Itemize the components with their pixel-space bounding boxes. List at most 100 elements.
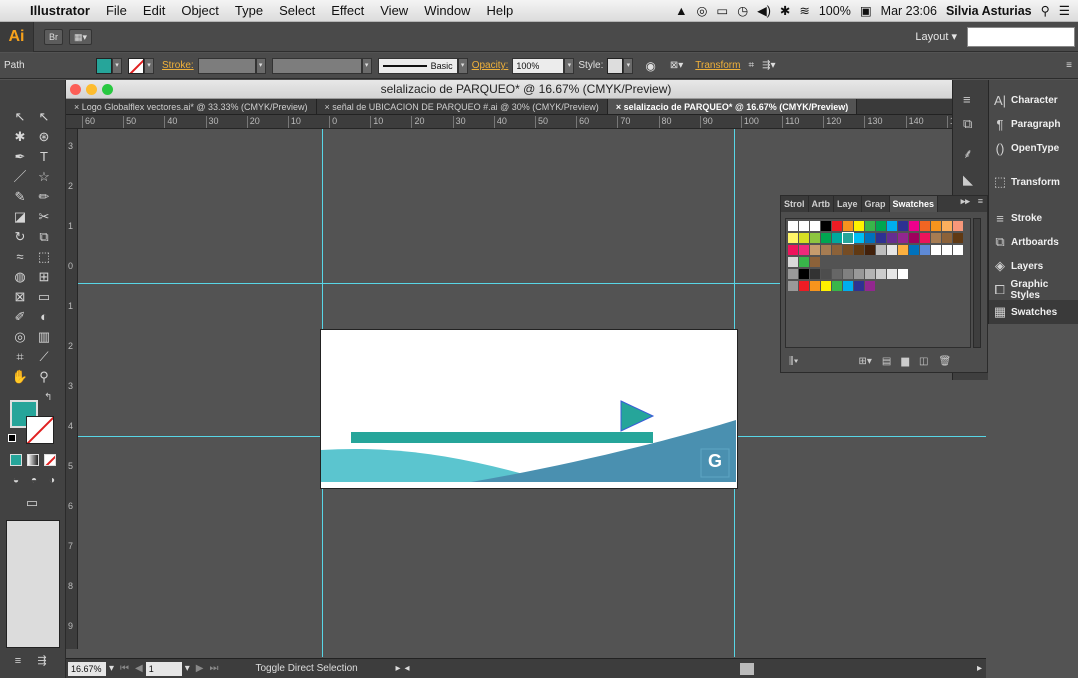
artboard-tool-icon[interactable]: ⌗ bbox=[10, 348, 30, 366]
color-swatch[interactable] bbox=[953, 221, 963, 231]
none-mode-button[interactable] bbox=[44, 454, 56, 466]
dock-item-stroke[interactable]: ≡ Stroke bbox=[989, 206, 1078, 230]
line-tool-icon[interactable]: ／ bbox=[10, 168, 30, 186]
airplay-icon[interactable]: ▭ bbox=[716, 3, 728, 18]
eraser-tool-icon[interactable]: ◪ bbox=[10, 208, 30, 226]
scissors-tool-icon[interactable]: ✂ bbox=[34, 208, 54, 226]
slice-tool-icon[interactable]: ⟋ bbox=[34, 348, 54, 366]
color-swatch[interactable] bbox=[898, 233, 908, 243]
panel-menu-icon[interactable]: ≡ bbox=[974, 196, 987, 212]
color-swatch[interactable] bbox=[810, 221, 820, 231]
default-fill-stroke-icon[interactable] bbox=[8, 434, 16, 442]
minimize-window-icon[interactable] bbox=[86, 84, 97, 95]
menu-view[interactable]: View bbox=[372, 3, 416, 18]
color-swatch[interactable] bbox=[821, 245, 831, 255]
color-swatch[interactable] bbox=[898, 245, 908, 255]
column-graph-tool-icon[interactable]: ▥ bbox=[34, 328, 54, 346]
stroke-weight-dropdown[interactable]: ▾ bbox=[255, 57, 266, 74]
color-swatch[interactable] bbox=[876, 245, 886, 255]
paintbrush-tool-icon[interactable]: ✎ bbox=[10, 188, 30, 206]
color-swatch[interactable] bbox=[799, 245, 809, 255]
swatch-libraries-icon[interactable]: ⫼▾ bbox=[789, 356, 798, 367]
new-color-group-icon[interactable]: ▆ bbox=[901, 356, 909, 367]
previous-artboard-icon[interactable]: ◀ bbox=[132, 663, 146, 674]
variable-width-dropdown[interactable]: ▾ bbox=[361, 57, 372, 74]
zoom-dropdown-icon[interactable]: ▾ bbox=[106, 663, 117, 674]
lasso-tool-icon[interactable]: ⊛ bbox=[34, 128, 54, 146]
color-swatch[interactable] bbox=[865, 269, 875, 279]
color-swatch[interactable] bbox=[898, 269, 908, 279]
isolate-icon[interactable]: ⌗ bbox=[748, 60, 754, 71]
swatches-scrollbar[interactable] bbox=[973, 218, 981, 348]
warp-tool-icon[interactable]: ≈ bbox=[10, 248, 30, 266]
artboard-number-field[interactable]: 1 bbox=[145, 661, 182, 676]
battery-percent[interactable]: 100% bbox=[819, 4, 851, 18]
pathfinder-panel-icon[interactable]: ⧉ bbox=[963, 116, 972, 132]
menu-edit[interactable]: Edit bbox=[135, 3, 173, 18]
color-swatch[interactable] bbox=[942, 245, 952, 255]
color-swatch[interactable] bbox=[876, 233, 886, 243]
show-swatch-kinds-icon[interactable]: ⊞▾ bbox=[858, 356, 871, 367]
status-tool-text[interactable]: Toggle Direct Selection bbox=[255, 663, 375, 674]
menu-help[interactable]: Help bbox=[478, 3, 521, 18]
tab-swatches[interactable]: Swatches bbox=[889, 196, 939, 212]
eyedropper-tool-icon[interactable]: ✐ bbox=[10, 308, 30, 326]
color-swatch[interactable] bbox=[821, 221, 831, 231]
color-swatch[interactable] bbox=[788, 245, 798, 255]
color-swatch[interactable] bbox=[843, 269, 853, 279]
tab-selalizacio-parqueo[interactable]: × selalizacio de PARQUEO* @ 16.67% (CMYK… bbox=[607, 99, 858, 114]
color-swatch[interactable] bbox=[865, 233, 875, 243]
perspective-grid-tool-icon[interactable]: ⊞ bbox=[34, 268, 54, 286]
color-swatch[interactable] bbox=[887, 233, 897, 243]
color-swatch[interactable] bbox=[920, 245, 930, 255]
color-swatch[interactable] bbox=[832, 221, 842, 231]
battery-icon[interactable]: ▣ bbox=[860, 3, 872, 18]
color-swatch[interactable] bbox=[788, 269, 798, 279]
close-window-icon[interactable] bbox=[70, 84, 81, 95]
color-swatch[interactable] bbox=[942, 221, 952, 231]
color-mode-button[interactable] bbox=[10, 454, 22, 466]
color-swatch[interactable] bbox=[920, 221, 930, 231]
color-swatch[interactable] bbox=[953, 245, 963, 255]
color-swatch[interactable] bbox=[810, 281, 820, 291]
color-swatch[interactable] bbox=[843, 281, 853, 291]
color-swatch[interactable] bbox=[832, 281, 842, 291]
color-swatch[interactable] bbox=[920, 233, 930, 243]
hand-tool-icon[interactable]: ✋ bbox=[10, 368, 30, 386]
gradient-mode-button[interactable] bbox=[27, 454, 39, 466]
draw-inside-icon[interactable]: ◑ bbox=[42, 472, 62, 490]
toolbox-scroll-strip[interactable] bbox=[6, 520, 60, 648]
volume-icon[interactable]: ◀) bbox=[757, 3, 771, 18]
clock[interactable]: Mar 23:06 bbox=[881, 4, 937, 18]
arrange-documents-button[interactable]: ▦▾ bbox=[69, 28, 93, 45]
selection-tool-icon[interactable]: ↖ bbox=[10, 108, 30, 126]
vertical-ruler[interactable]: 3 2 1 0 1 2 3 4 5 6 7 8 9 bbox=[66, 129, 78, 649]
menu-select[interactable]: Select bbox=[271, 3, 323, 18]
align-icon[interactable]: ⊠▾ bbox=[670, 60, 683, 71]
color-swatch[interactable] bbox=[799, 269, 809, 279]
pencil-tool-icon[interactable]: ✏ bbox=[34, 188, 54, 206]
opacity-dropdown[interactable]: ▾ bbox=[564, 57, 575, 74]
dock-item-graphic-styles[interactable]: ⧠ Graphic Styles bbox=[989, 278, 1078, 302]
color-swatch[interactable] bbox=[887, 269, 897, 279]
zoom-window-icon[interactable] bbox=[102, 84, 113, 95]
color-swatch[interactable] bbox=[876, 269, 886, 279]
tab-artboards[interactable]: Artb bbox=[809, 196, 835, 212]
workspace-switcher[interactable]: Layout ▾ bbox=[915, 30, 957, 43]
color-swatch[interactable] bbox=[931, 221, 941, 231]
draw-normal-icon[interactable]: ◒ bbox=[6, 472, 26, 490]
bluetooth-icon[interactable]: ✱ bbox=[780, 3, 790, 18]
color-swatch[interactable] bbox=[810, 257, 820, 267]
screen-mode-icon[interactable]: ▭ bbox=[22, 494, 42, 512]
color-swatch[interactable] bbox=[843, 221, 853, 231]
color-swatch[interactable] bbox=[854, 221, 864, 231]
color-swatch[interactable] bbox=[843, 245, 853, 255]
color-swatch[interactable] bbox=[821, 233, 831, 243]
dock-item-paragraph[interactable]: ¶ Paragraph bbox=[989, 112, 1078, 136]
panel-collapse-icon[interactable]: ▸▸ bbox=[957, 196, 974, 212]
color-swatch[interactable] bbox=[788, 257, 798, 267]
color-swatch[interactable] bbox=[842, 232, 854, 244]
color-swatch[interactable] bbox=[788, 281, 798, 291]
magic-wand-tool-icon[interactable]: ✱ bbox=[10, 128, 30, 146]
status-icon[interactable]: ◎ bbox=[696, 3, 707, 18]
